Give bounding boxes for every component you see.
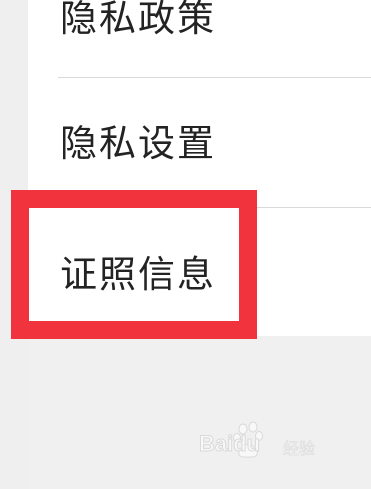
menu-item-label: 证照信息 bbox=[60, 253, 216, 296]
settings-menu-card: 隐私政策 隐私设置 证照信息 bbox=[28, 0, 371, 336]
menu-item-label: 隐私设置 bbox=[60, 122, 216, 165]
settings-screen: 隐私政策 隐私设置 证照信息 Baidu 经验 bbox=[0, 0, 371, 489]
menu-item-label: 隐私政策 bbox=[60, 0, 216, 40]
background-strip bbox=[0, 0, 28, 489]
watermark-product: 经验 bbox=[283, 439, 316, 459]
watermark-brand: Baidu bbox=[198, 431, 261, 457]
menu-item-privacy-settings[interactable]: 隐私设置 bbox=[28, 78, 371, 208]
menu-item-license-info[interactable]: 证照信息 bbox=[28, 208, 371, 338]
baidu-jingyan-watermark: Baidu 经验 bbox=[198, 421, 349, 465]
menu-item-privacy-policy[interactable]: 隐私政策 bbox=[28, 0, 371, 78]
